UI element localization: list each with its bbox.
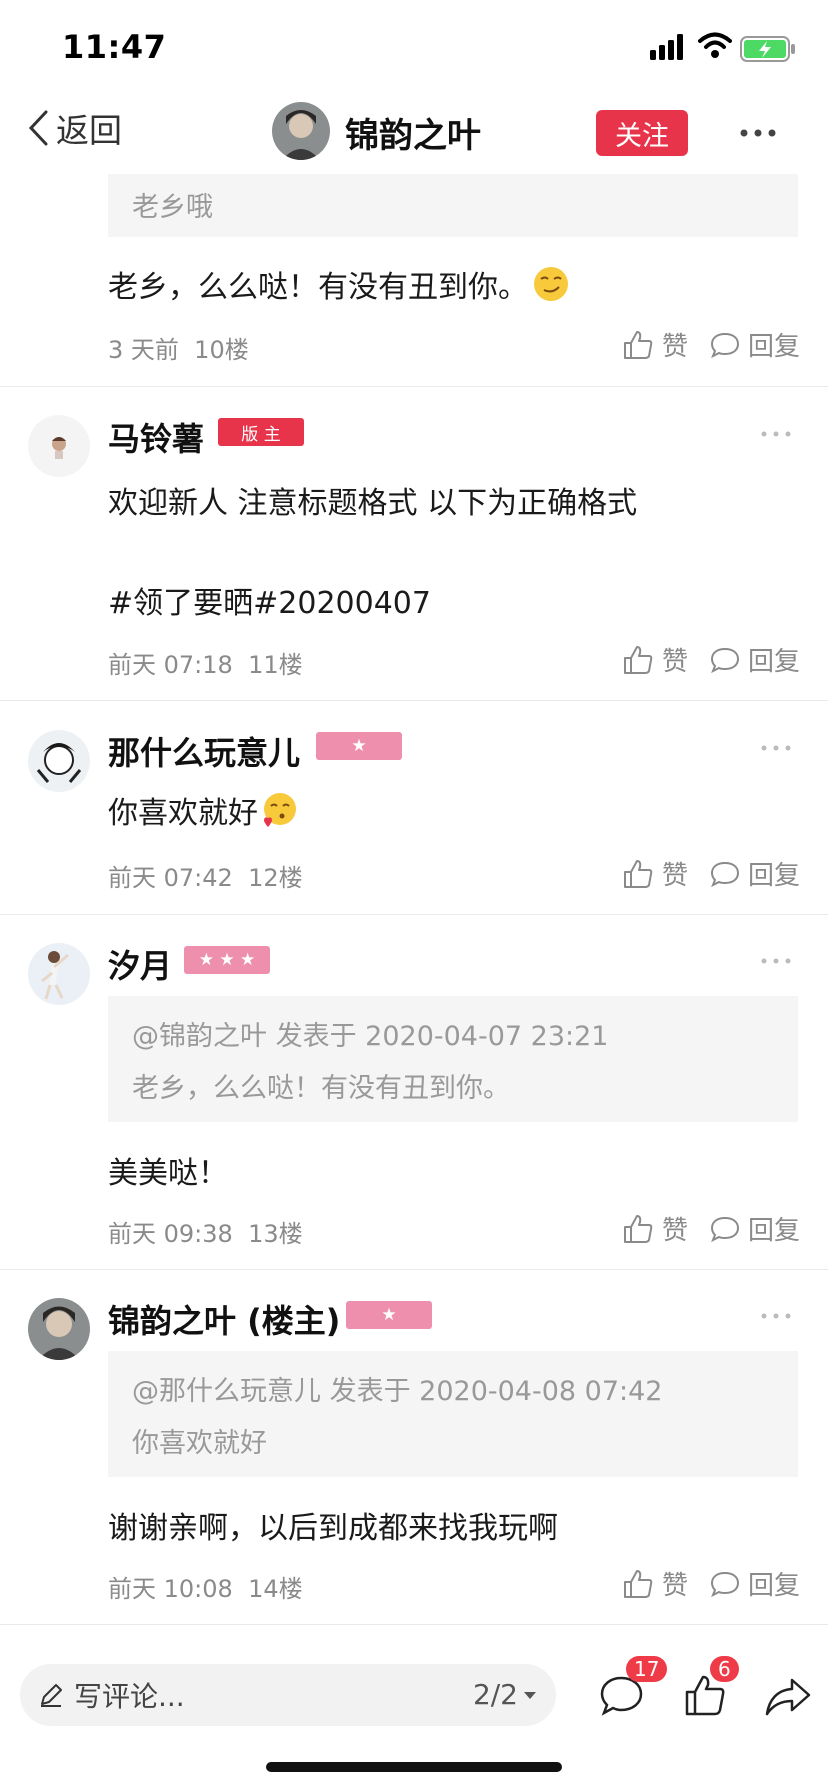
- thumbs-up-icon: [624, 859, 653, 888]
- username[interactable]: 马铃薯: [108, 414, 204, 460]
- more-options-icon[interactable]: [760, 957, 792, 965]
- share-icon[interactable]: [764, 1676, 812, 1718]
- like-button[interactable]: 赞: [622, 641, 688, 678]
- quote-box: 老乡哦: [108, 174, 798, 237]
- username[interactable]: 锦韵之叶 (楼主): [108, 1296, 340, 1342]
- author-avatar[interactable]: [272, 102, 330, 160]
- page-selector[interactable]: 2/2: [473, 1678, 538, 1711]
- comment-placeholder: 写评论...: [74, 1680, 185, 1713]
- comment-bubble-icon: [710, 647, 740, 673]
- page-title: 锦韵之叶: [345, 116, 481, 156]
- comment-meta: 前天 10:08 14楼: [108, 1575, 303, 1603]
- pen-icon: [41, 1684, 62, 1707]
- more-options-icon[interactable]: [738, 118, 778, 148]
- reply-button[interactable]: 回复: [710, 326, 800, 363]
- more-options-icon[interactable]: [760, 430, 792, 438]
- comment-bubble-icon: [710, 1571, 740, 1597]
- reply-button[interactable]: 回复: [710, 1210, 800, 1247]
- quote-text: 老乡哦: [132, 192, 213, 223]
- comment-text: 欢迎新人 注意标题格式 以下为正确格式: [108, 486, 638, 521]
- comment-meta: 前天 09:38 13楼: [108, 1220, 303, 1248]
- divider: [0, 1269, 828, 1270]
- divider: [0, 700, 828, 701]
- divider: [0, 1624, 828, 1625]
- avatar[interactable]: [28, 943, 90, 1005]
- chevron-left-icon: [28, 110, 48, 146]
- avatar[interactable]: [28, 415, 90, 477]
- back-button[interactable]: 返回: [26, 104, 122, 152]
- thumbs-up-icon: [624, 1214, 653, 1243]
- quote-box: @那什么玩意儿 发表于 2020-04-08 07:42 你喜欢就好: [108, 1351, 798, 1477]
- comment-meta: 3 天前 10楼: [108, 336, 249, 364]
- comment-bubble-icon: [710, 861, 740, 887]
- more-options-icon[interactable]: [760, 1312, 792, 1320]
- reply-button[interactable]: 回复: [710, 855, 800, 892]
- divider: [0, 914, 828, 915]
- wifi-icon: [698, 32, 732, 58]
- quote-text: 老乡，么么哒！有没有丑到你。: [132, 1073, 510, 1104]
- like-button[interactable]: 赞: [622, 326, 688, 363]
- level-badge: ★: [316, 732, 402, 760]
- quote-text: 你喜欢就好: [132, 1428, 267, 1459]
- username[interactable]: 那什么玩意儿: [108, 728, 300, 774]
- comment-text: #领了要晒#20200407: [108, 586, 431, 621]
- reply-button[interactable]: 回复: [710, 641, 800, 678]
- cellular-signal-icon: [650, 34, 683, 60]
- comment-meta: 前天 07:18 11楼: [108, 651, 303, 679]
- back-label: 返回: [56, 111, 122, 150]
- battery-charging-icon: [740, 36, 795, 62]
- level-badge: ★ ★ ★: [184, 946, 270, 974]
- home-indicator: [266, 1762, 562, 1772]
- avatar[interactable]: [28, 1298, 90, 1360]
- like-button[interactable]: 赞: [622, 1565, 688, 1602]
- like-button[interactable]: 赞: [622, 1210, 688, 1247]
- comment-text: 你喜欢就好: [108, 788, 298, 832]
- comment-count-badge: 17: [626, 1656, 668, 1682]
- caret-down-icon: [524, 1691, 536, 1699]
- avatar[interactable]: [28, 730, 90, 792]
- comment-bubble-icon: [710, 332, 740, 358]
- comment-meta: 前天 07:42 12楼: [108, 864, 303, 892]
- comment-text: 美美哒！: [108, 1156, 228, 1191]
- kiss-emoji-icon: [264, 793, 296, 827]
- smirk-emoji-icon: [534, 267, 568, 301]
- comment-text: 老乡，么么哒！有没有丑到你。: [108, 262, 570, 306]
- like-button[interactable]: 赞: [622, 855, 688, 892]
- quote-header: @锦韵之叶 发表于 2020-04-07 23:21: [132, 1021, 609, 1052]
- follow-button[interactable]: 关注: [596, 110, 688, 156]
- comment-input[interactable]: 写评论... 2/2: [20, 1664, 556, 1726]
- thumbs-up-icon: [624, 645, 653, 674]
- more-options-icon[interactable]: [760, 744, 792, 752]
- quote-header: @那什么玩意儿 发表于 2020-04-08 07:42: [132, 1376, 663, 1407]
- moderator-badge: 版 主: [218, 418, 304, 446]
- level-badge: ★: [346, 1301, 432, 1329]
- reply-button[interactable]: 回复: [710, 1565, 800, 1602]
- thumbs-up-icon: [624, 1569, 653, 1598]
- username[interactable]: 汐月: [108, 941, 172, 987]
- thumbs-up-icon: [624, 330, 653, 359]
- status-time: 11:47: [62, 28, 167, 66]
- divider: [0, 386, 828, 387]
- quote-box: @锦韵之叶 发表于 2020-04-07 23:21 老乡，么么哒！有没有丑到你…: [108, 996, 798, 1122]
- like-count-badge: 6: [710, 1656, 739, 1682]
- comment-bubble-icon: [710, 1216, 740, 1242]
- comment-text: 谢谢亲啊，以后到成都来找我玩啊: [108, 1511, 558, 1546]
